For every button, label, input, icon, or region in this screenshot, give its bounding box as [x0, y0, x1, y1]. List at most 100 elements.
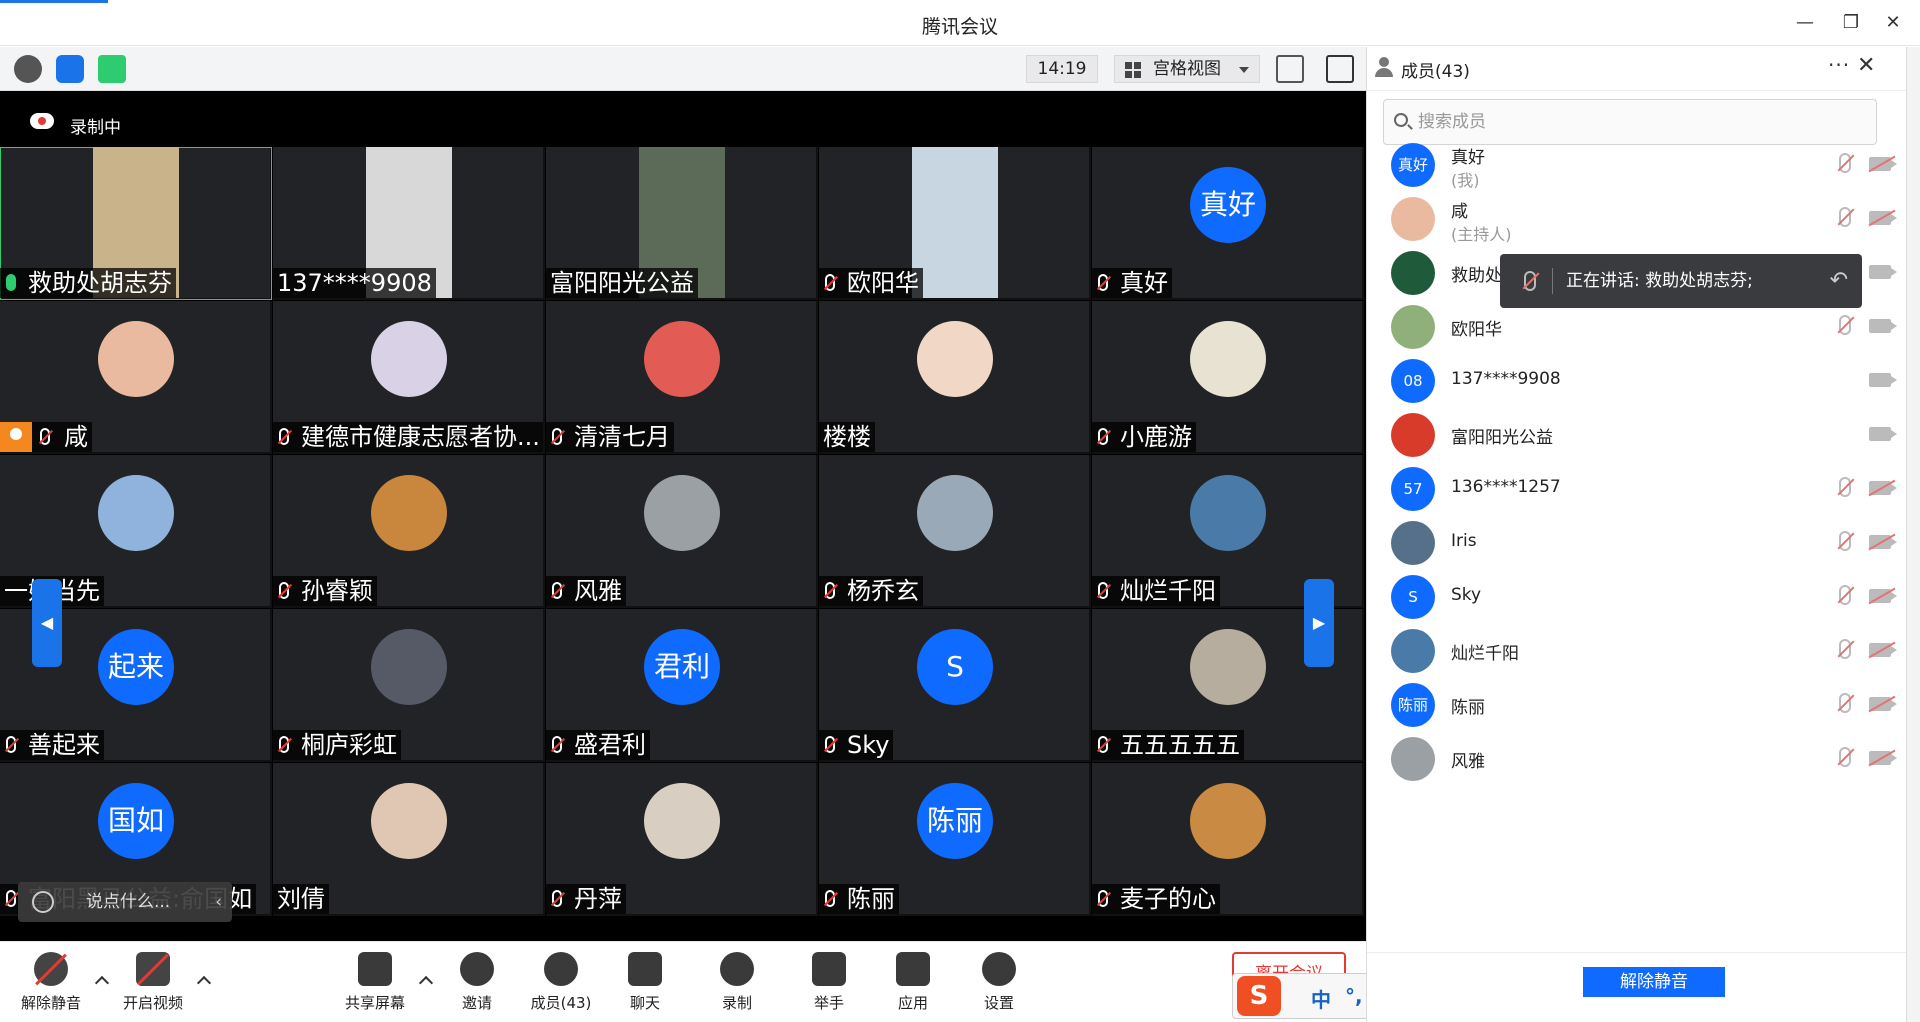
avatar — [644, 321, 720, 397]
participant-name: 盛君利 — [574, 731, 646, 759]
share-options-caret[interactable] — [418, 975, 434, 991]
quick-chat-input[interactable]: 说点什么... ‹ — [18, 882, 232, 922]
camera-icon[interactable] — [1869, 265, 1897, 279]
title-accent — [0, 0, 108, 3]
camera-off-icon[interactable] — [1869, 211, 1897, 225]
apps-button[interactable]: 应用 — [868, 952, 958, 1013]
view-mode-select[interactable]: 宫格视图 — [1114, 55, 1260, 83]
video-options-caret[interactable] — [196, 975, 212, 991]
collapse-icon[interactable]: ‹ — [215, 882, 222, 922]
start-video-button[interactable]: 开启视频 — [108, 952, 198, 1013]
more-icon[interactable]: ··· — [1828, 53, 1850, 77]
mic-muted-icon[interactable] — [1839, 639, 1851, 659]
next-page-button[interactable]: ▶ — [1304, 579, 1334, 667]
video-tile[interactable]: 小鹿游 — [1092, 301, 1364, 454]
ime-punct-toggle[interactable]: °, — [1345, 984, 1363, 1008]
restore-icon[interactable]: ❐ — [1838, 10, 1864, 36]
video-tile[interactable]: 建德市健康志愿者协... — [273, 301, 545, 454]
minimize-icon[interactable]: — — [1792, 10, 1818, 36]
settings-button[interactable]: 设置 — [954, 952, 1044, 1013]
mic-muted-icon[interactable] — [1839, 477, 1851, 497]
video-tile[interactable]: 富阳阳光公益 — [546, 147, 818, 300]
emoji-icon[interactable] — [32, 891, 54, 913]
participant-name: 丹萍 — [574, 885, 622, 913]
camera-icon[interactable] — [1869, 427, 1897, 441]
mic-muted-icon[interactable] — [1839, 531, 1851, 551]
close-icon[interactable]: ✕ — [1880, 10, 1906, 36]
unmute-all-button[interactable]: 解除静音 — [1583, 967, 1725, 997]
mic-muted-icon — [279, 428, 289, 445]
video-tile[interactable]: 清清七月 — [546, 301, 818, 454]
mic-muted-icon[interactable] — [1839, 747, 1851, 767]
camera-icon[interactable] — [1869, 373, 1897, 387]
mic-muted-icon[interactable] — [1839, 585, 1851, 605]
sidebar-toggle-icon[interactable] — [1326, 55, 1354, 83]
mic-muted-icon[interactable] — [1839, 693, 1851, 713]
mic-muted-icon — [1098, 274, 1108, 291]
mic-muted-icon — [1098, 582, 1108, 599]
raise-hand-button[interactable]: 举手 — [784, 952, 874, 1013]
video-tile[interactable]: 欧阳华 — [819, 147, 1091, 300]
invite-button[interactable]: 邀请 — [432, 952, 522, 1013]
close-icon[interactable]: ✕ — [1857, 53, 1875, 78]
ime-mode-toggle[interactable]: 中 — [1311, 984, 1331, 1013]
share-screen-button[interactable]: 共享屏幕 — [330, 952, 420, 1013]
hand-icon — [812, 952, 846, 986]
member-name: Sky — [1451, 585, 1482, 605]
member-name: 136****1257 — [1451, 477, 1561, 497]
mic-muted-icon — [825, 274, 835, 291]
reply-icon[interactable]: ↶ — [1830, 254, 1848, 308]
mic-muted-icon[interactable] — [1839, 207, 1851, 227]
fullscreen-icon[interactable] — [1276, 55, 1304, 83]
shield-icon[interactable] — [56, 55, 84, 83]
member-avatar — [1391, 521, 1435, 565]
camera-off-icon[interactable] — [1869, 157, 1897, 171]
video-tile[interactable]: S Sky — [819, 609, 1091, 762]
audio-options-caret[interactable] — [94, 975, 110, 991]
member-name: 风雅 — [1451, 752, 1485, 772]
signal-icon[interactable] — [98, 55, 126, 83]
ime-logo[interactable]: S — [1237, 976, 1281, 1016]
mic-muted-icon[interactable] — [1839, 315, 1851, 335]
unmute-button[interactable]: 解除静音 — [6, 952, 96, 1013]
video-tile[interactable]: 风雅 — [546, 455, 818, 608]
camera-off-icon[interactable] — [1869, 643, 1897, 657]
avatar — [371, 783, 447, 859]
participant-name: 灿烂千阳 — [1120, 577, 1216, 605]
chat-button[interactable]: 聊天 — [600, 952, 690, 1013]
camera-off-icon[interactable] — [1869, 535, 1897, 549]
info-icon[interactable] — [14, 55, 42, 83]
video-tile[interactable]: 陈丽 陈丽 — [819, 763, 1091, 916]
camera-off-icon[interactable] — [1869, 751, 1897, 765]
record-label: 录制 — [721, 994, 752, 1012]
camera-off-icon[interactable] — [1869, 697, 1897, 711]
avatar: 起来 — [98, 629, 174, 705]
video-tile[interactable]: 楼楼 — [819, 301, 1091, 454]
video-tile[interactable]: 孙睿颖 — [273, 455, 545, 608]
participant-name-bar: 善起来 — [0, 730, 104, 760]
members-panel: 成员(43) ··· ✕ 搜索成员 真好真好(我)咸(主持人)救助处胡志芬欧阳华… — [1366, 47, 1907, 1022]
video-tile[interactable]: 救助处胡志芬 — [0, 147, 272, 300]
camera-off-icon[interactable] — [1869, 481, 1897, 495]
video-tile[interactable]: 麦子的心 — [1092, 763, 1364, 916]
video-tile[interactable]: 刘倩 — [273, 763, 545, 916]
camera-icon[interactable] — [1869, 319, 1897, 333]
participant-name-bar: 丹萍 — [546, 884, 626, 914]
video-tile[interactable]: 君利盛君利 — [546, 609, 818, 762]
members-button[interactable]: 成员(43) — [516, 952, 606, 1013]
video-tile[interactable]: 咸 — [0, 301, 272, 454]
record-button[interactable]: 录制 — [692, 952, 782, 1013]
video-tile[interactable]: 真好 真好 — [1092, 147, 1364, 300]
mic-muted-icon — [825, 736, 835, 753]
video-tile[interactable]: 杨乔玄 — [819, 455, 1091, 608]
avatar — [1190, 321, 1266, 397]
video-tile[interactable]: 137****9908 — [273, 147, 545, 300]
video-tile[interactable]: 丹萍 — [546, 763, 818, 916]
member-avatar — [1391, 737, 1435, 781]
video-tile[interactable]: 桐庐彩虹 — [273, 609, 545, 762]
member-row[interactable]: 风雅 — [1367, 725, 1907, 791]
avatar: 君利 — [644, 629, 720, 705]
prev-page-button[interactable]: ◀ — [32, 579, 62, 667]
mic-muted-icon[interactable] — [1839, 153, 1851, 173]
camera-off-icon[interactable] — [1869, 589, 1897, 603]
